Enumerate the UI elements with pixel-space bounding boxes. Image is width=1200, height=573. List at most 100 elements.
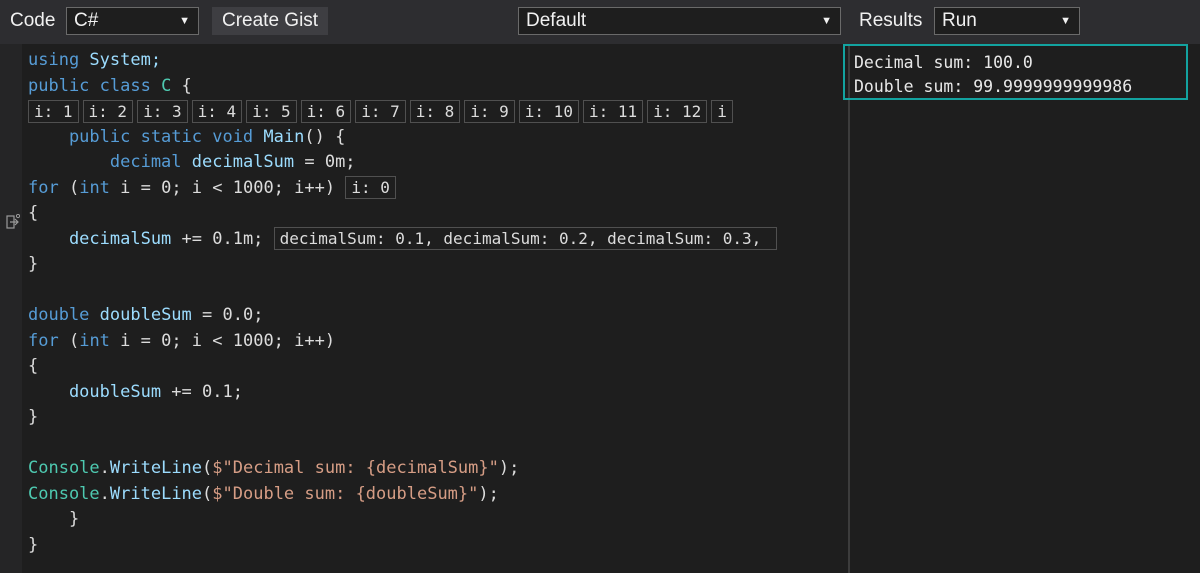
code-token: () { [304,126,346,147]
inline-value-box: i: 8 [409,99,461,123]
output-line: Double sum: 99.9999999999986 [854,77,1133,96]
inline-value-box: i: 1 [28,99,79,123]
code-token: } [28,254,39,274]
code-token: System; [89,50,162,70]
inline-value-box: i: 6 [300,99,352,123]
code-token: double [28,305,100,325]
code-content[interactable]: using System; public class C {i: 1 i: 2 i: … [28,48,848,558]
code-label: Code [10,10,56,31]
code-token: Console [28,483,100,504]
code-token: Console [28,458,100,478]
code-token: ( [68,330,80,351]
code-token: int [79,177,110,198]
code-token: . [99,458,110,478]
code-line: for (int i = 0; i < 1000; i++) i: 0 [28,176,848,202]
code-token: ( [202,458,213,478]
code-token: i = 0; i < 1000; i++) [109,330,336,351]
code-token: ); [478,483,499,504]
code-token: { [28,203,39,223]
code-token: i = 0; i < 1000; i++) [109,177,346,198]
code-token: += 0.1m; [171,228,274,249]
code-line: } [28,507,848,533]
inline-value-box: i: 4 [191,99,243,123]
code-token: doubleSum [28,381,162,402]
inline-value-box: i: 3 [137,99,188,123]
results-pane: Decimal sum: 100.0 Double sum: 99.9999999… [843,44,1200,573]
code-token: decimalSum [28,228,172,249]
code-line: } [28,533,848,559]
code-line: decimalSum += 0.1m; decimalSum: 0.1, dec… [28,227,848,253]
inline-value-box: i: 12 [647,99,708,123]
code-token: { [171,75,192,96]
code-token: public static void [28,126,264,147]
code-token: = 0.0; [191,305,264,325]
code-token: for [28,330,69,351]
output-line: Decimal sum: 100.0 [854,53,1033,72]
code-line: double doubleSum = 0.0; [28,303,848,329]
chevron-down-icon: ▼ [821,15,832,27]
code-token: $"Decimal sum: {decimalSum}" [212,458,499,478]
code-line: for (int i = 0; i < 1000; i++) [28,329,848,355]
code-token: Main [263,126,305,147]
inline-value-box: decimalSum: 0.1, decimalSum: 0.2, decima… [273,227,777,250]
code-token: for [28,177,69,198]
inline-value-box: i: 11 [582,99,644,123]
code-line: { [28,354,848,380]
inline-value-box: i [711,99,733,123]
results-label: Results [859,10,923,31]
code-token: } [28,509,80,529]
code-token: ( [68,177,80,198]
code-token: C [161,75,172,96]
editor-gutter [0,44,22,573]
code-token: WriteLine [109,483,203,504]
code-line: public static void Main() { [28,125,848,151]
theme-value: Default [526,10,587,31]
code-line: Console.WriteLine($"Double sum: {doubleS… [28,482,848,508]
code-token: ); [498,458,520,478]
inline-value-box: i: 0 [345,176,396,199]
create-gist-button[interactable]: Create Gist [212,7,329,35]
code-line: { [28,201,848,227]
code-token: using [28,50,90,70]
code-token: decimal [28,152,192,172]
run-mode-value: Run [942,10,977,31]
code-token: } [28,407,39,427]
code-line: } [28,252,848,278]
inline-value-box: i: 10 [518,99,579,123]
run-mode-select[interactable]: Run ▼ [934,7,1080,35]
code-line: decimal decimalSum = 0m; [28,150,848,176]
theme-select[interactable]: Default ▼ [518,7,841,35]
code-token: doubleSum [99,305,192,325]
code-token: { [28,356,39,376]
code-token: public class [28,75,162,96]
chevron-down-icon: ▼ [179,15,190,27]
code-line: using System; [28,48,848,74]
code-token: ( [202,483,213,504]
inline-value-box: i: 7 [355,99,406,123]
output-box: Decimal sum: 100.0 Double sum: 99.9999999… [843,44,1188,100]
code-token: } [28,534,39,555]
code-token: = 0m; [294,152,356,172]
code-line: public class C { [28,74,848,100]
code-line: } [28,405,848,431]
language-value: C# [74,10,99,31]
inline-value-box: i: 2 [82,99,134,123]
code-token: $"Double sum: {doubleSum}" [212,483,479,504]
code-token: int [79,330,110,351]
inline-value-box: i: 9 [464,99,515,123]
code-token: WriteLine [109,458,203,478]
code-token: decimalSum [191,152,295,172]
code-line: doubleSum += 0.1; [28,380,848,406]
code-line: i: 1 i: 2 i: 3 i: 4 i: 5 i: 6 i: 7 i: 8 i: 9 i: 1… [28,99,848,125]
step-arrow-icon [6,213,21,230]
toolbar: Code C# ▼ Create Gist Default ▼ Results … [0,0,1200,44]
chevron-down-icon: ▼ [1060,15,1071,27]
code-line: Console.WriteLine($"Decimal sum: {decima… [28,456,848,482]
language-select[interactable]: C# ▼ [66,7,199,35]
code-token: += 0.1; [161,381,243,402]
inline-value-box: i: 5 [246,99,297,123]
code-token: . [99,483,110,504]
code-editor[interactable]: using System; public class C {i: 1 i: 2 i: … [0,44,848,573]
